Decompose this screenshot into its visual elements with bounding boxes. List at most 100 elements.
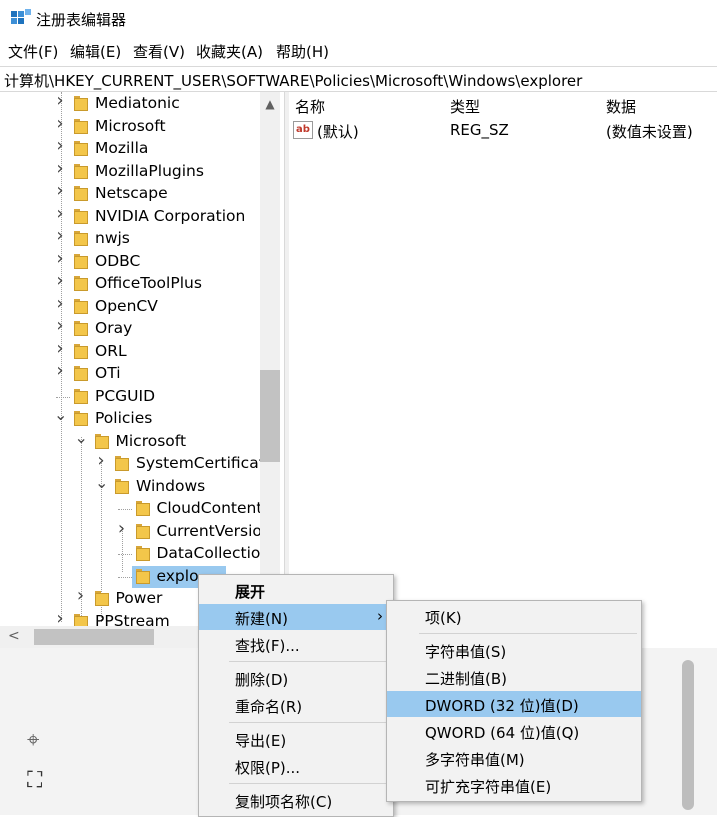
chevron-right-icon[interactable]: › (54, 137, 66, 155)
folder-icon (74, 141, 88, 156)
submenu-item[interactable]: 可扩充字符串值(E) (387, 772, 641, 798)
tree-item[interactable]: ⌄ Policies (0, 407, 260, 430)
submenu-item[interactable]: QWORD (64 位)值(Q) (387, 718, 641, 744)
context_menu-item[interactable]: 新建(N) › (199, 604, 393, 630)
value-name[interactable]: (默认) (317, 121, 359, 142)
chevron-right-icon[interactable]: › (54, 272, 66, 290)
address-bar[interactable]: 计算机\HKEY_CURRENT_USER\SOFTWARE\Policies\… (0, 66, 717, 92)
tree-item[interactable]: PCGUID (0, 386, 260, 408)
tree-item[interactable]: ⌄ Windows (0, 474, 260, 498)
context_menu-item-label: 导出(E) (235, 732, 287, 750)
tree-item[interactable]: › OpenCV (0, 294, 260, 318)
tree-scroll-thumb[interactable] (260, 370, 280, 462)
chevron-right-icon[interactable]: › (75, 587, 87, 605)
folder-icon (74, 253, 88, 269)
menu-edit[interactable]: 编辑(E) (70, 41, 121, 62)
chevron-right-icon[interactable]: › (54, 227, 66, 245)
submenu-item[interactable]: 多字符串值(M) (387, 745, 641, 771)
chevron-right-icon[interactable]: › (54, 159, 66, 177)
chevron-down-icon[interactable]: ⌄ (75, 429, 88, 445)
chevron-right-icon[interactable]: › (54, 92, 66, 110)
context_menu-item-label: 查找(F)... (235, 637, 300, 655)
address-path[interactable]: 计算机\HKEY_CURRENT_USER\SOFTWARE\Policies\… (4, 70, 582, 91)
column-header-name[interactable]: 名称 (295, 96, 325, 117)
tree-item[interactable]: › Mozilla (0, 137, 260, 160)
folder-icon (115, 456, 129, 471)
scroll-left-icon[interactable]: < (8, 628, 20, 644)
folder-icon (74, 613, 88, 626)
context_menu-item[interactable]: 展开 (199, 577, 393, 603)
chevron-right-icon[interactable]: › (54, 249, 66, 267)
tree-item[interactable]: › OfficeToolPlus (0, 272, 260, 295)
chevron-right-icon[interactable]: › (54, 294, 66, 312)
tree-item[interactable]: › Netscape (0, 182, 260, 205)
tree-item[interactable]: ⌄ Microsoft (0, 429, 260, 453)
window-title: 注册表编辑器 (36, 11, 127, 29)
tree-item[interactable]: › OTi (0, 362, 260, 385)
tree-connector (117, 576, 132, 578)
context_menu-item[interactable]: 导出(E) (199, 726, 393, 752)
tree-item[interactable]: › ORL (0, 339, 260, 363)
move-icon[interactable]: ⛶ (27, 768, 42, 793)
tree-item-label: Mediatonic (95, 94, 180, 112)
tree-item-label: OTi (95, 364, 121, 382)
tree-item-label: Oray (95, 319, 133, 337)
tree-vertical-scrollbar[interactable] (260, 92, 280, 626)
submenu-item[interactable]: 项(K) (387, 603, 641, 629)
context_menu-item[interactable]: 权限(P)... (199, 753, 393, 779)
tree-item[interactable]: CloudContent (0, 498, 263, 520)
tree-hscroll-thumb[interactable] (34, 629, 154, 645)
folder-icon (74, 343, 88, 359)
background-scrollbar[interactable] (682, 660, 694, 810)
submenu-item[interactable]: 字符串值(S) (387, 637, 641, 663)
menu-help[interactable]: 帮助(H) (276, 41, 329, 62)
tree-item[interactable]: › nwjs (0, 227, 260, 250)
tree-item[interactable]: › ODBC (0, 249, 260, 273)
tree-item[interactable]: › Mediatonic (0, 92, 260, 115)
tree-item-label: nwjs (95, 229, 130, 247)
tree-item-label: CloudContent (156, 499, 263, 517)
submenu-item-label: 多字符串值(M) (425, 751, 525, 769)
menu-file[interactable]: 文件(F) (8, 41, 58, 62)
chevron-down-icon[interactable]: ⌄ (54, 407, 67, 423)
chevron-down-icon[interactable]: ⌄ (95, 474, 108, 490)
values-list[interactable]: 名称 类型 数据 (默认) REG_SZ (数值未设置) (289, 92, 717, 648)
chevron-right-icon[interactable]: › (95, 452, 107, 470)
context_menu-item-label: 新建(N) (235, 610, 288, 628)
chevron-right-icon[interactable]: › (54, 114, 66, 132)
scroll-up-icon[interactable]: ▲ (264, 97, 276, 111)
context_menu-item[interactable]: 删除(D) (199, 665, 393, 691)
submenu-item[interactable]: DWORD (32 位)值(D) (387, 691, 641, 717)
chevron-right-icon[interactable]: › (54, 609, 66, 626)
chevron-right-icon[interactable]: › (54, 362, 66, 380)
context_menu-item[interactable]: 复制项名称(C) (199, 787, 393, 813)
folder-icon (135, 568, 150, 584)
folder-icon (74, 231, 88, 246)
tree-item[interactable]: › CurrentVersio (0, 519, 262, 543)
context_menu-item[interactable]: 重命名(R) (199, 692, 393, 718)
registry-tree[interactable]: › Mediatonic › Microsoft › Mozilla › MozillaPlu… (0, 92, 284, 626)
tree-item[interactable]: › NVIDIA Corporation (0, 204, 260, 228)
context_menu-item[interactable]: 查找(F)... (199, 631, 393, 657)
tree-item[interactable]: › Microsoft (0, 114, 260, 138)
target-icon[interactable]: ⌖ (27, 728, 39, 753)
chevron-right-icon[interactable]: › (54, 339, 66, 357)
tree-item-label: Power (115, 589, 163, 607)
column-header-data[interactable]: 数据 (606, 96, 636, 117)
context_menu-item-label: 重命名(R) (235, 698, 303, 716)
column-header-type[interactable]: 类型 (450, 96, 480, 117)
tree-item[interactable]: › SystemCertificat (0, 452, 264, 475)
chevron-right-icon[interactable]: › (54, 204, 66, 222)
tree-item[interactable]: DataCollectio (0, 543, 260, 565)
menu-view[interactable]: 查看(V) (133, 41, 185, 62)
chevron-right-icon[interactable]: › (54, 317, 66, 335)
tree-item[interactable]: › Oray (0, 317, 260, 340)
chevron-right-icon[interactable]: › (116, 519, 128, 537)
chevron-right-icon[interactable]: › (54, 182, 66, 200)
menu-separator (419, 633, 637, 634)
menu-favorites[interactable]: 收藏夹(A) (196, 41, 263, 62)
submenu-item[interactable]: 二进制值(B) (387, 664, 641, 690)
tree-item-label: explo (156, 566, 199, 585)
tree-item[interactable]: › MozillaPlugins (0, 159, 260, 183)
tree-item-label: Policies (95, 409, 153, 427)
